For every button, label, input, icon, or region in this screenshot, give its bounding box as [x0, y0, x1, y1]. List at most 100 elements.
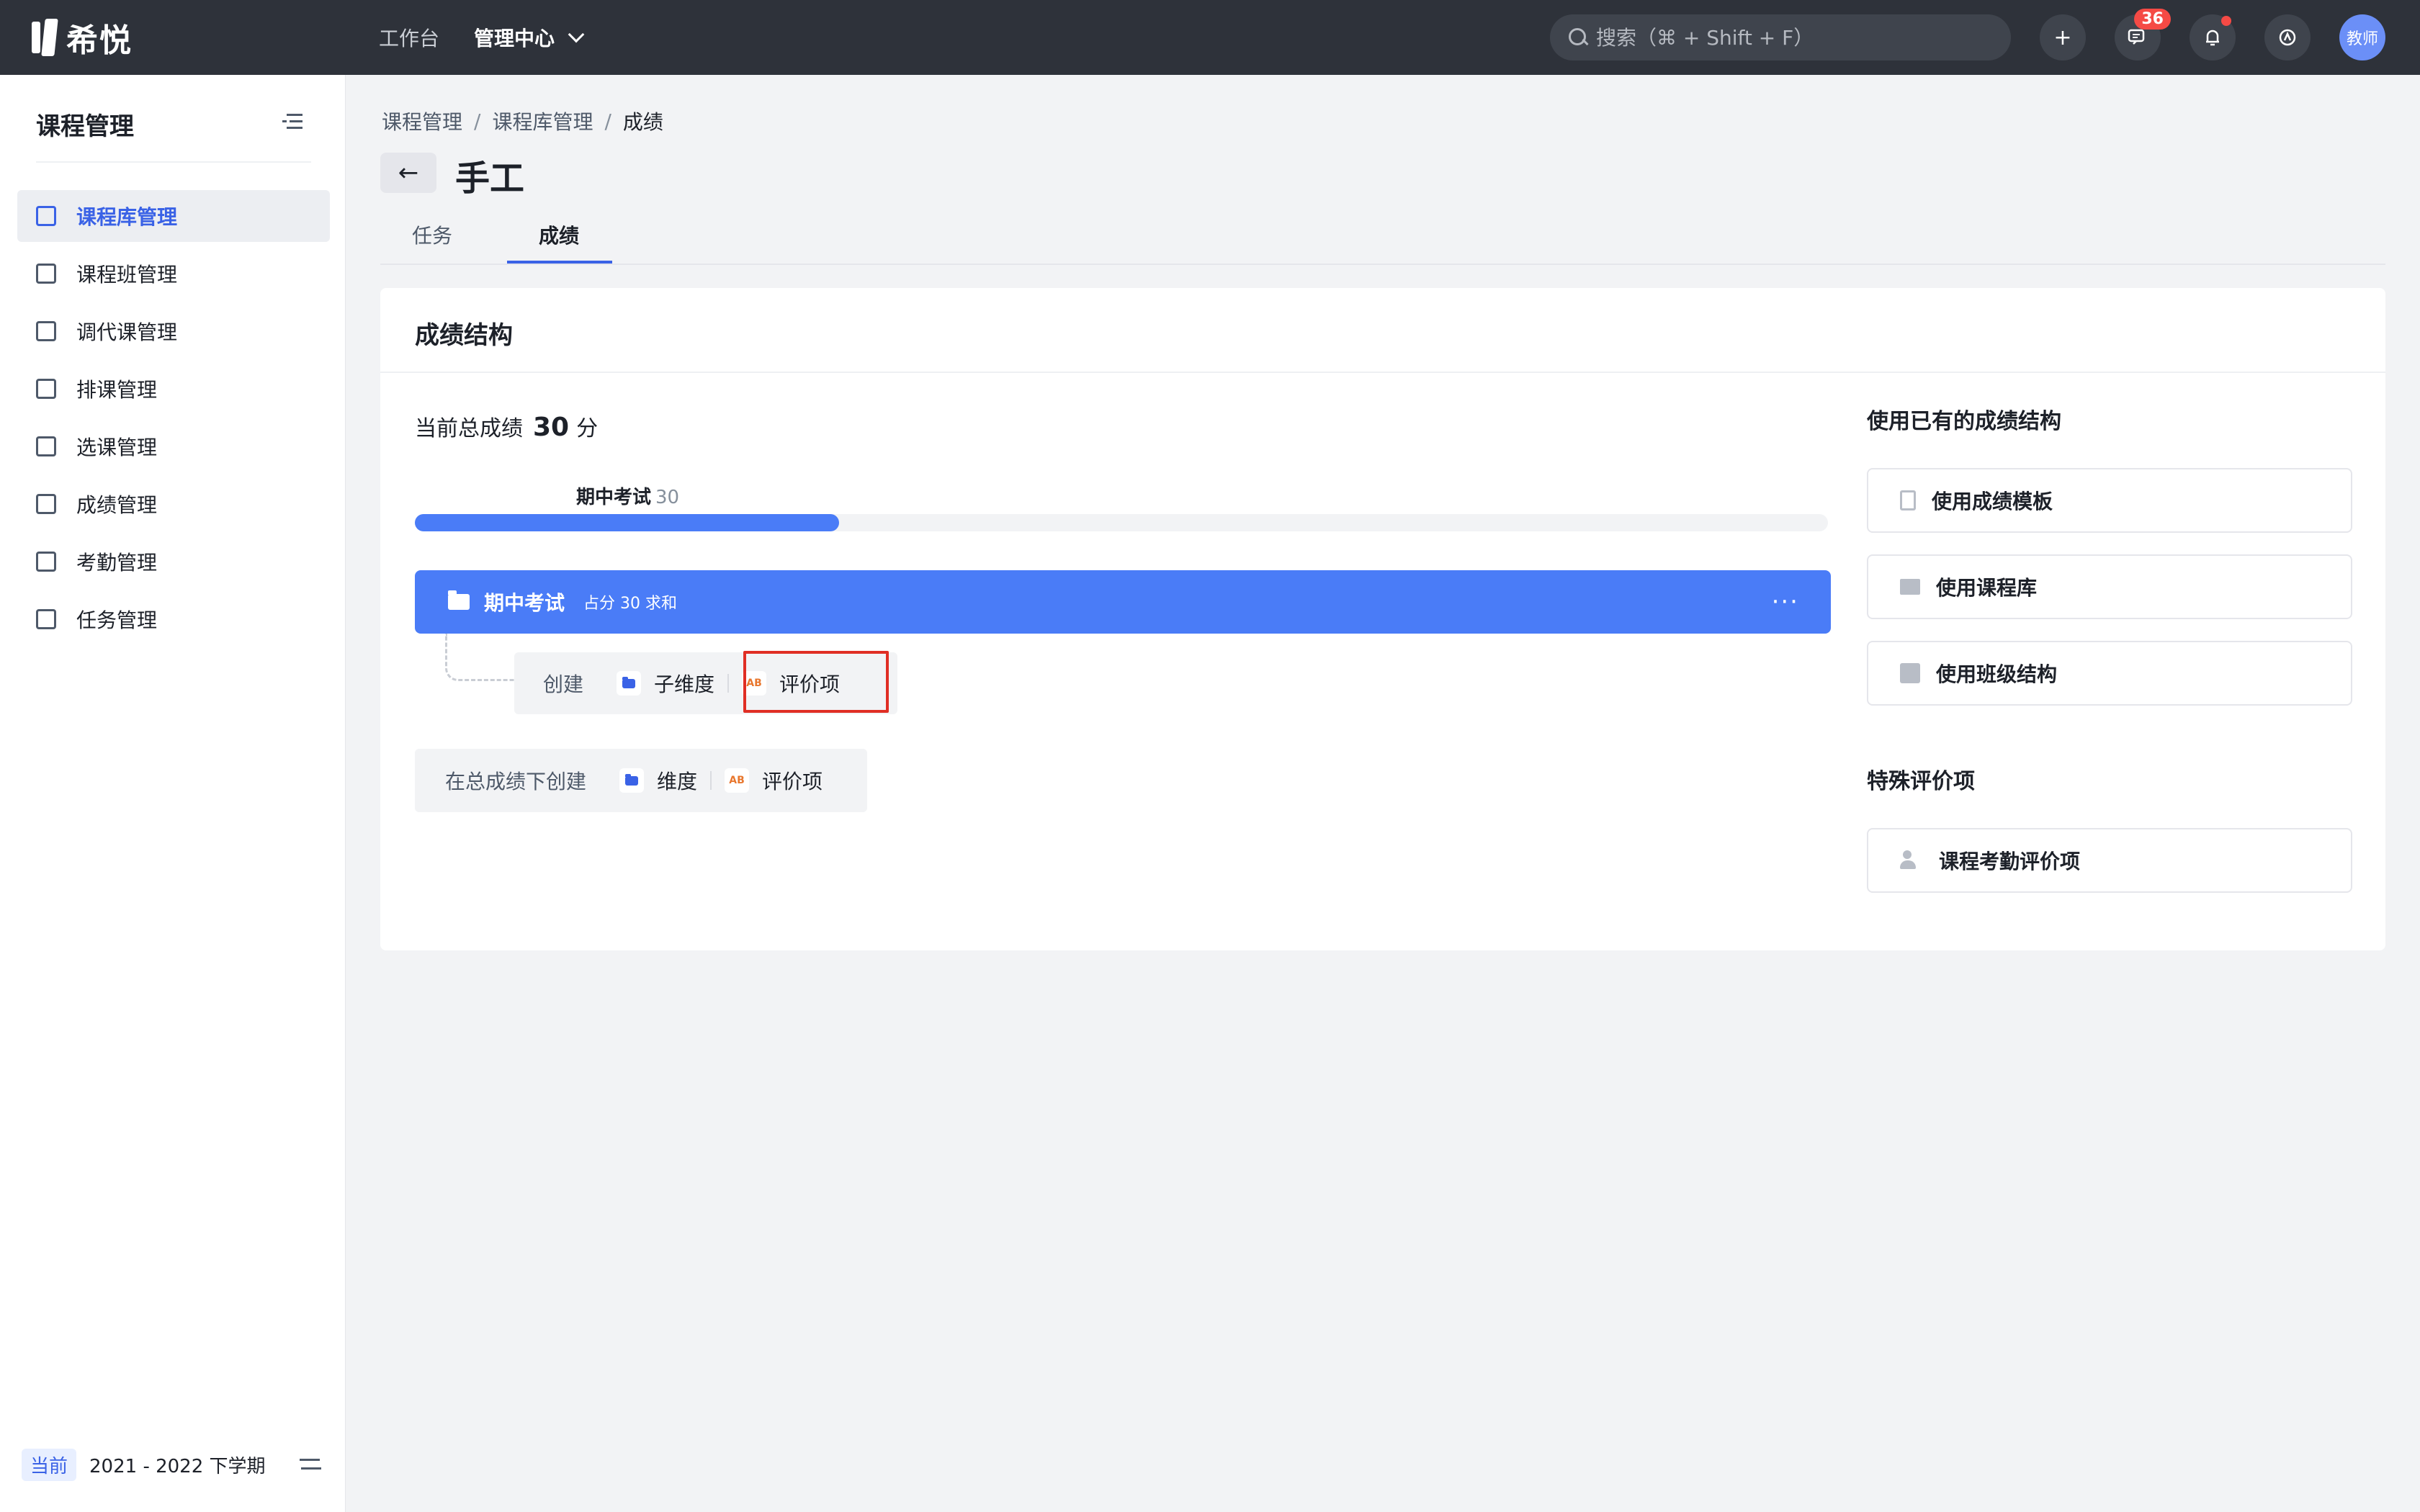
- highlight-box: [743, 651, 889, 713]
- avatar[interactable]: 教师: [2339, 14, 2385, 60]
- tree-connector: [445, 634, 514, 681]
- attendance-eval-item-button[interactable]: 课程考勤评价项: [1867, 828, 2352, 893]
- tab-tasks[interactable]: 任务: [412, 220, 452, 249]
- app-name: 希悦: [66, 22, 133, 59]
- create-root-eval-item-button[interactable]: 评价项: [762, 766, 823, 795]
- messages-button[interactable]: 36: [2115, 9, 2171, 60]
- breadcrumb-course-library[interactable]: 课程库管理: [492, 107, 593, 135]
- sidebar-item-label: 成绩管理: [76, 493, 158, 517]
- root-create-toolbar: 在总成绩下创建 维度 AB 评价项: [415, 749, 867, 812]
- divider: [710, 771, 712, 790]
- app-switch-button[interactable]: [2264, 14, 2311, 60]
- breadcrumb-course-mgmt[interactable]: 课程管理: [382, 107, 462, 135]
- attendance-eval-item-label: 课程考勤评价项: [1939, 850, 2081, 873]
- use-grade-template-button[interactable]: 使用成绩模板: [1867, 468, 2352, 533]
- sidebar-item-label: 任务管理: [76, 608, 158, 632]
- sidebar-divider: [36, 161, 311, 163]
- more-options-icon[interactable]: ···: [1772, 588, 1799, 616]
- back-button[interactable]: ←: [380, 153, 436, 193]
- grade-structure-card: 成绩结构 当前总成绩 30 分 期中考试 30 期中考试 占分 30 求和 ···…: [380, 288, 2385, 950]
- sidebar-item-grades[interactable]: 成绩管理: [17, 478, 330, 530]
- current-term-tag: 当前: [22, 1448, 77, 1481]
- sidebar-item-course-class[interactable]: 课程班管理: [17, 248, 330, 300]
- notifications-button[interactable]: [2190, 14, 2236, 60]
- score-progress-fill: [415, 514, 839, 531]
- folder-icon: [617, 671, 642, 696]
- sidebar-item-label: 课程班管理: [76, 263, 178, 287]
- chevron-down-icon: [568, 26, 585, 43]
- sidebar-item-scheduling[interactable]: 排课管理: [17, 363, 330, 415]
- total-score: 当前总成绩 30 分: [415, 410, 598, 442]
- use-grade-template-label: 使用成绩模板: [1932, 490, 2053, 513]
- sidebar-item-attendance[interactable]: 考勤管理: [17, 536, 330, 588]
- create-dimension-button[interactable]: 维度: [657, 766, 697, 795]
- total-score-unit: 分: [576, 416, 599, 441]
- bell-icon: [2206, 30, 2219, 46]
- dimension-row[interactable]: 期中考试 占分 30 求和 ···: [415, 570, 1831, 634]
- tab-bar: 任务 成绩: [380, 213, 2385, 265]
- sidebar-item-course-selection[interactable]: 选课管理: [17, 420, 330, 472]
- logo-mark-icon: [32, 19, 60, 56]
- search-input[interactable]: [1596, 25, 1999, 50]
- card-header: 成绩结构: [380, 288, 2385, 373]
- sidebar-item-label: 排课管理: [76, 378, 158, 402]
- use-class-structure-button[interactable]: 使用班级结构: [1867, 641, 2352, 706]
- use-course-library-button[interactable]: 使用课程库: [1867, 554, 2352, 619]
- nav-admin-center[interactable]: 管理中心: [474, 23, 585, 52]
- progress-label: 期中考试 30: [576, 482, 679, 509]
- add-button[interactable]: +: [2040, 14, 2086, 60]
- sidebar-item-tasks[interactable]: 任务管理: [17, 593, 330, 645]
- sidebar-item-label: 课程库管理: [76, 205, 178, 229]
- dimension-name: 期中考试: [484, 591, 565, 615]
- sidebar-title: 课程管理: [36, 112, 134, 141]
- divider: [727, 674, 730, 693]
- arrow-left-icon: ←: [398, 158, 419, 187]
- switch-term-icon[interactable]: [300, 1453, 323, 1475]
- schedule-icon: [36, 379, 56, 399]
- progress-label-value: 30: [655, 487, 680, 508]
- root-create-label: 在总成绩下创建: [445, 770, 587, 793]
- plus-icon: +: [2053, 24, 2072, 50]
- copy-stack-icon: [1900, 663, 1920, 683]
- dimension-desc: 占分 30 求和: [583, 595, 677, 613]
- sidebar-item-course-library[interactable]: 课程库管理: [17, 190, 330, 242]
- top-bar: 希悦 工作台 管理中心 + 36 教师: [0, 0, 2420, 75]
- global-search[interactable]: [1550, 14, 2011, 60]
- calendar-icon: [36, 552, 56, 572]
- current-term: 2021 - 2022 下学期: [89, 1455, 266, 1477]
- total-score-label: 当前总成绩: [415, 416, 523, 441]
- breadcrumb: 课程管理 / 课程库管理 / 成绩: [382, 107, 663, 135]
- tab-grades[interactable]: 成绩: [539, 220, 579, 249]
- chat-icon: [2128, 29, 2145, 45]
- card-title: 成绩结构: [415, 321, 513, 350]
- search-icon: [1567, 27, 1589, 48]
- score-progress-bar: [415, 514, 1828, 531]
- collapse-sidebar-icon[interactable]: [282, 112, 302, 131]
- user-check-icon: [1900, 850, 1923, 870]
- use-class-structure-label: 使用班级结构: [1936, 662, 2058, 686]
- sidebar-item-substitute[interactable]: 调代课管理: [17, 305, 330, 357]
- create-label: 创建: [543, 672, 584, 696]
- existing-structure-title: 使用已有的成绩结构: [1867, 409, 2061, 434]
- compass-icon: [2279, 29, 2296, 46]
- folder-icon: [619, 768, 645, 793]
- folder-icon: [448, 590, 470, 610]
- nav-workbench[interactable]: 工作台: [379, 23, 439, 52]
- task-list-icon: [36, 609, 56, 629]
- notification-dot: [2221, 16, 2231, 26]
- top-nav: 工作台 管理中心: [379, 0, 617, 75]
- document-icon: [1900, 490, 1916, 510]
- book-icon: [1900, 579, 1920, 595]
- create-sub-dimension-button[interactable]: 子维度: [654, 669, 714, 698]
- term-selector[interactable]: 当前 2021 - 2022 下学期: [22, 1443, 324, 1486]
- use-course-library-label: 使用课程库: [1936, 576, 2038, 600]
- nav-admin-center-label: 管理中心: [474, 27, 555, 50]
- class-icon: [36, 264, 56, 284]
- app-logo[interactable]: 希悦: [32, 16, 133, 59]
- sidebar-item-label: 考勤管理: [76, 551, 158, 575]
- checklist-icon: [36, 436, 56, 456]
- total-score-value: 30: [533, 413, 570, 442]
- grade-icon: [36, 494, 56, 514]
